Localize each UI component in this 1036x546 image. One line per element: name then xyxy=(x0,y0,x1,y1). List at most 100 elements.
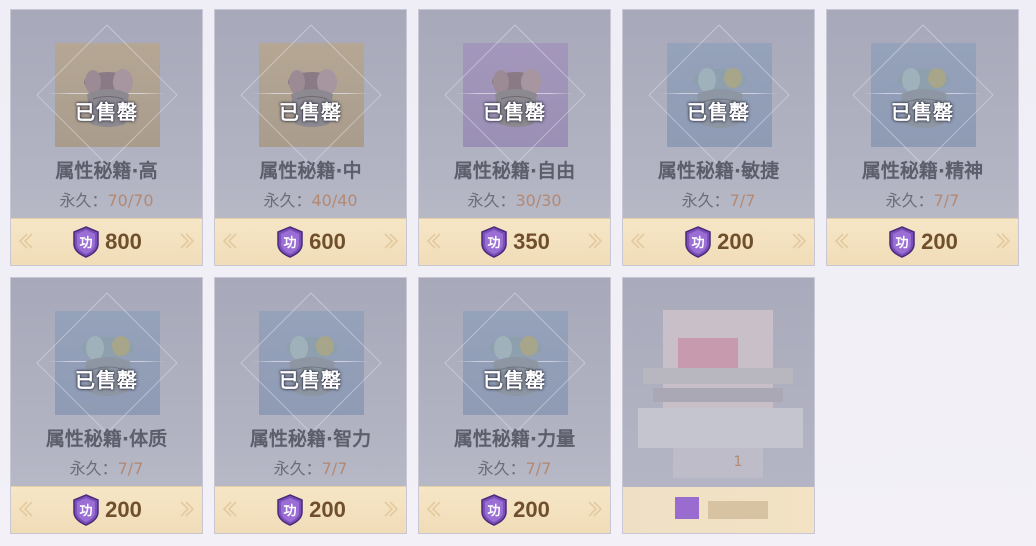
chevron-left-icon xyxy=(222,501,237,517)
price-value: 200 xyxy=(717,229,754,254)
limit-value: 7/7 xyxy=(933,191,960,210)
svg-text:功: 功 xyxy=(284,236,297,251)
purchase-limit: 永久：7/7 xyxy=(215,455,406,479)
chevron-right-icon xyxy=(588,501,603,517)
limit-value: 40/40 xyxy=(311,191,358,210)
sold-out-label: 已售罄 xyxy=(75,100,138,124)
item-name: 属性秘籍·精神 xyxy=(861,160,984,182)
chevron-right-icon xyxy=(180,501,195,517)
limit-value: 7/7 xyxy=(729,191,756,210)
shop-item-card-2[interactable]: 已售罄 属性秘籍·中 永久：40/40 功 600 xyxy=(214,9,407,266)
price-value: 200 xyxy=(309,497,346,522)
limit-label: 永久： xyxy=(263,191,312,210)
limit-value: 1 xyxy=(733,454,743,470)
price-value: 600 xyxy=(309,229,346,254)
limit-value: 7/7 xyxy=(117,459,144,478)
gong-merit-coin-icon: 功 xyxy=(277,226,303,258)
sold-out-label: 已售罄 xyxy=(279,100,342,124)
shop-item-card-1[interactable]: 已售罄 属性秘籍·高 永久：70/70 功 800 xyxy=(10,9,203,266)
chevron-right-icon xyxy=(180,233,195,249)
chevron-left-icon xyxy=(630,233,645,249)
gong-merit-coin-icon: 功 xyxy=(481,226,507,258)
purchase-limit: 永久：7/7 xyxy=(827,187,1018,211)
sold-out-label: 已售罄 xyxy=(483,100,546,124)
purchase-limit: 永久：30/30 xyxy=(419,187,610,211)
price-value: 200 xyxy=(513,497,550,522)
item-name: 属性秘籍·高 xyxy=(55,160,158,182)
purchase-limit: 永久：7/7 xyxy=(623,187,814,211)
mosaic-block xyxy=(708,501,768,519)
limit-value: 30/30 xyxy=(515,191,562,210)
chevron-right-icon xyxy=(384,501,399,517)
mosaic-block xyxy=(643,368,793,384)
chevron-left-icon xyxy=(426,501,441,517)
mosaic-block xyxy=(653,388,783,402)
mosaic-block xyxy=(638,408,803,448)
price-value: 800 xyxy=(105,229,142,254)
limit-label: 永久： xyxy=(59,191,108,210)
price-bar[interactable]: 功 800 xyxy=(11,218,202,265)
price-value: 350 xyxy=(513,229,550,254)
price-bar[interactable]: 功 200 xyxy=(215,486,406,533)
gong-merit-coin-icon: 功 xyxy=(481,494,507,526)
shop-item-card-8[interactable]: 已售罄 属性秘籍·力量 永久：7/7 功 200 xyxy=(418,277,611,534)
price-bar[interactable]: 功 350 xyxy=(419,218,610,265)
price-bar[interactable]: 功 200 xyxy=(623,218,814,265)
item-name: 属性秘籍·敏捷 xyxy=(657,160,780,182)
gong-merit-coin-icon: 功 xyxy=(73,226,99,258)
svg-text:功: 功 xyxy=(488,236,501,251)
price-bar[interactable]: 功 200 xyxy=(827,218,1018,265)
limit-label: 永久： xyxy=(467,191,516,210)
mosaic-block xyxy=(675,497,699,519)
sold-out-label: 已售罄 xyxy=(75,368,138,392)
chevron-left-icon xyxy=(834,233,849,249)
limit-value: 7/7 xyxy=(525,459,552,478)
svg-text:功: 功 xyxy=(80,236,93,251)
shop-item-grid: 已售罄 属性秘籍·高 永久：70/70 功 800 已售罄 属性秘籍·中 永久：… xyxy=(10,9,1019,534)
shop-item-card-7[interactable]: 已售罄 属性秘籍·智力 永久：7/7 功 200 xyxy=(214,277,407,534)
sold-out-label: 已售罄 xyxy=(483,368,546,392)
item-name: 属性秘籍·中 xyxy=(259,160,362,182)
purchase-limit: 永久：7/7 xyxy=(419,455,610,479)
item-name: 属性秘籍·自由 xyxy=(453,160,576,182)
purchase-limit: 永久：70/70 xyxy=(11,187,202,211)
limit-label: 永久： xyxy=(885,191,934,210)
purchase-limit: 永久：7/7 xyxy=(11,455,202,479)
shop-item-card-6[interactable]: 已售罄 属性秘籍·体质 永久：7/7 功 200 xyxy=(10,277,203,534)
chevron-right-icon xyxy=(996,233,1011,249)
gong-merit-coin-icon: 功 xyxy=(889,226,915,258)
item-name: 属性秘籍·体质 xyxy=(45,428,168,450)
shop-item-card-5[interactable]: 已售罄 属性秘籍·精神 永久：7/7 功 200 xyxy=(826,9,1019,266)
svg-text:功: 功 xyxy=(488,504,501,519)
limit-value: 7/7 xyxy=(321,459,348,478)
gong-merit-coin-icon: 功 xyxy=(685,226,711,258)
chevron-left-icon xyxy=(18,233,33,249)
chevron-right-icon xyxy=(588,233,603,249)
obscured-item-card[interactable]: 1 xyxy=(622,277,815,534)
svg-text:功: 功 xyxy=(692,236,705,251)
chevron-left-icon xyxy=(426,233,441,249)
purchase-limit: 永久：40/40 xyxy=(215,187,406,211)
shop-item-card-4[interactable]: 已售罄 属性秘籍·敏捷 永久：7/7 功 200 xyxy=(622,9,815,266)
price-bar[interactable]: 功 200 xyxy=(419,486,610,533)
shop-item-card-3[interactable]: 已售罄 属性秘籍·自由 永久：30/30 功 350 xyxy=(418,9,611,266)
price-value: 200 xyxy=(105,497,142,522)
chevron-right-icon xyxy=(384,233,399,249)
price-bar[interactable]: 功 600 xyxy=(215,218,406,265)
limit-label: 永久： xyxy=(69,459,118,478)
limit-value: 70/70 xyxy=(107,191,154,210)
limit-label: 永久： xyxy=(681,191,730,210)
gong-merit-coin-icon: 功 xyxy=(73,494,99,526)
svg-text:功: 功 xyxy=(896,236,909,251)
price-bar[interactable]: 功 200 xyxy=(11,486,202,533)
chevron-right-icon xyxy=(792,233,807,249)
sold-out-label: 已售罄 xyxy=(687,100,750,124)
chevron-left-icon xyxy=(222,233,237,249)
svg-text:功: 功 xyxy=(80,504,93,519)
item-name: 属性秘籍·智力 xyxy=(249,428,372,450)
price-value: 200 xyxy=(921,229,958,254)
item-name: 属性秘籍·力量 xyxy=(453,428,576,450)
svg-text:功: 功 xyxy=(284,504,297,519)
limit-label: 永久： xyxy=(273,459,322,478)
sold-out-label: 已售罄 xyxy=(891,100,954,124)
